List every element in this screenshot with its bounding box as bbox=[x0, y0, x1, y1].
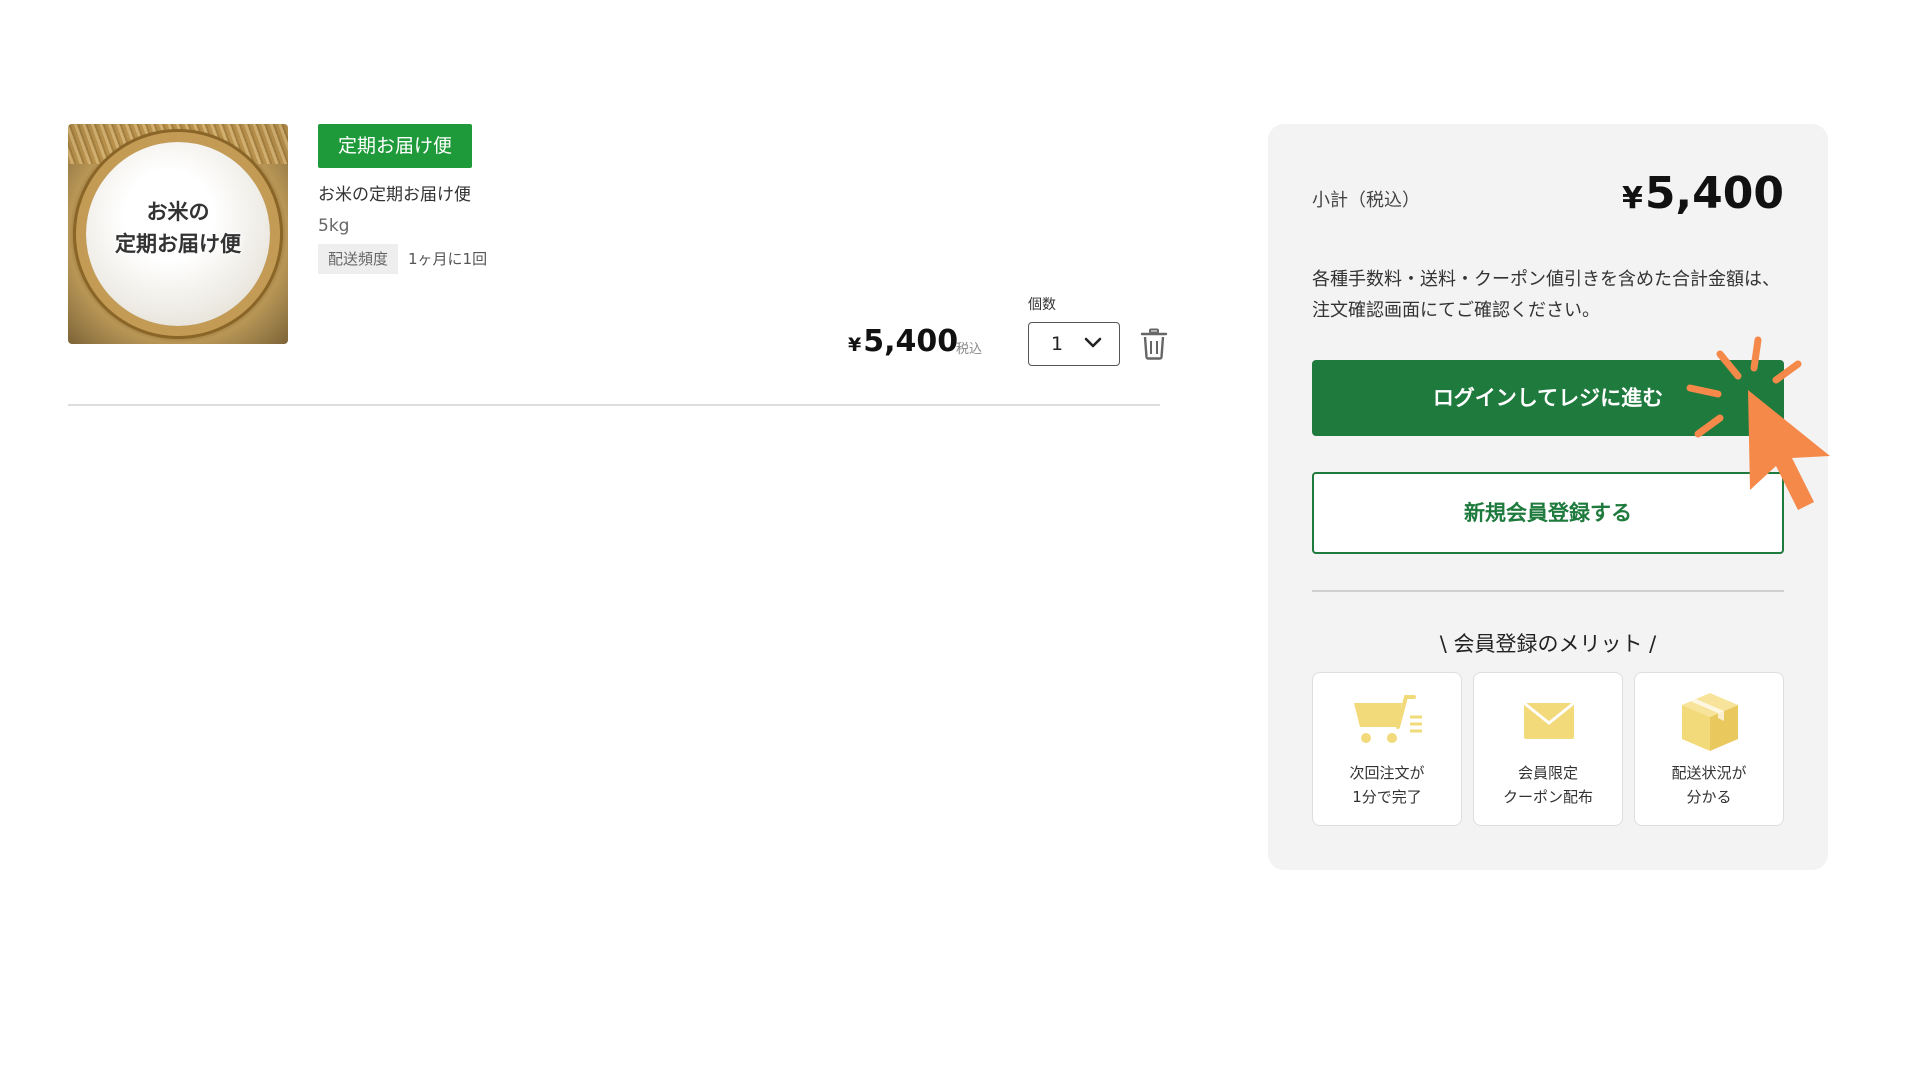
merit-line: 分かる bbox=[1686, 788, 1732, 806]
item-price: ¥5,400 bbox=[848, 324, 958, 359]
subtotal-label: 小計（税込） bbox=[1312, 190, 1420, 211]
product-size: 5kg bbox=[318, 216, 350, 236]
mail-icon bbox=[1523, 701, 1575, 739]
quantity-select[interactable]: 1 bbox=[1028, 322, 1120, 366]
merit-card-quick-order: 次回注文が 1分で完了 bbox=[1312, 672, 1462, 826]
order-summary-panel: 小計（税込） ¥5,400 各種手数料・送料・クーポン値引きを含めた合計金額は、… bbox=[1268, 124, 1828, 870]
merit-line: 会員限定 bbox=[1517, 764, 1578, 782]
subscription-badge: 定期お届け便 bbox=[318, 124, 473, 168]
cart-item: お米の 定期お届け便 定期お届け便 お米の定期お届け便 5kg 配送頻度 1ヶ月… bbox=[68, 124, 1168, 404]
quantity-label: 個数 bbox=[1028, 297, 1056, 313]
register-button[interactable]: 新規会員登録する bbox=[1312, 472, 1784, 554]
tax-included-note: 税込 bbox=[956, 342, 983, 357]
merit-text: 配送状況が 分かる bbox=[1635, 761, 1783, 809]
product-image-caption: お米の 定期お届け便 bbox=[68, 196, 288, 260]
login-checkout-button[interactable]: ログインしてレジに進む bbox=[1312, 360, 1784, 436]
subtotal-amount: 5,400 bbox=[1644, 168, 1784, 219]
product-name[interactable]: お米の定期お届け便 bbox=[318, 180, 471, 205]
trash-icon[interactable] bbox=[1140, 328, 1168, 360]
merits-title: \ 会員登録のメリット / bbox=[1439, 632, 1657, 656]
box-icon bbox=[1682, 693, 1738, 751]
merit-card-coupon: 会員限定 クーポン配布 bbox=[1473, 672, 1623, 826]
image-caption-line1: お米の bbox=[146, 200, 210, 224]
summary-divider bbox=[1312, 590, 1784, 592]
subtotal-currency: ¥ bbox=[1621, 181, 1643, 216]
cart-divider bbox=[68, 404, 1160, 406]
subtotal-value: ¥5,400 bbox=[1622, 168, 1784, 219]
price-amount: 5,400 bbox=[863, 324, 959, 359]
image-caption-line2: 定期お届け便 bbox=[115, 232, 241, 256]
merit-card-tracking: 配送状況が 分かる bbox=[1634, 672, 1784, 826]
cart-icon bbox=[1354, 695, 1422, 743]
merit-line: 1分で完了 bbox=[1352, 788, 1422, 806]
quantity-value: 1 bbox=[1051, 333, 1064, 355]
merit-line: 次回注文が bbox=[1349, 764, 1425, 782]
fee-note: 各種手数料・送料・クーポン値引きを含めた合計金額は、注文確認画面にてご確認くださ… bbox=[1312, 269, 1780, 321]
merit-text: 会員限定 クーポン配布 bbox=[1474, 761, 1622, 809]
product-image[interactable]: お米の 定期お届け便 bbox=[68, 124, 288, 344]
merit-line: クーポン配布 bbox=[1502, 788, 1593, 806]
price-currency: ¥ bbox=[848, 334, 862, 356]
delivery-frequency-value: 1ヶ月に1回 bbox=[408, 250, 488, 268]
chevron-down-icon bbox=[1084, 337, 1102, 348]
delivery-frequency-label: 配送頻度 bbox=[318, 244, 399, 274]
merit-text: 次回注文が 1分で完了 bbox=[1313, 761, 1461, 809]
merit-line: 配送状況が bbox=[1671, 764, 1747, 782]
